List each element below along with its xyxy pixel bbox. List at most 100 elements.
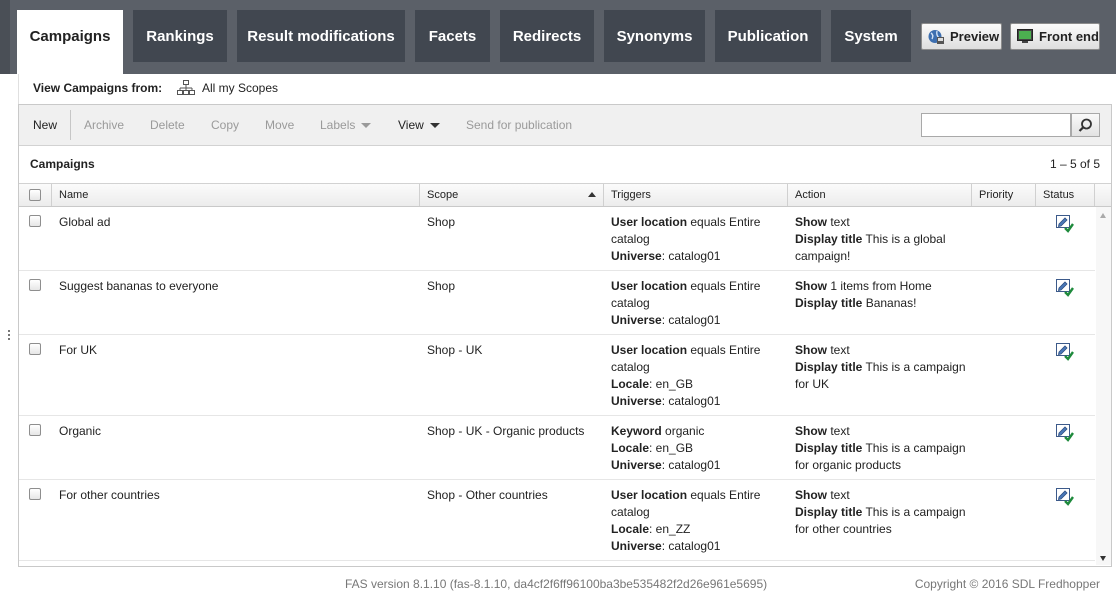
tab-facets[interactable]: Facets xyxy=(415,10,490,62)
preview-button[interactable]: Preview xyxy=(921,23,1002,50)
campaign-triggers-line: Universe: catalog01 xyxy=(611,538,783,555)
select-all-cell xyxy=(19,184,52,206)
frontend-button[interactable]: Front end xyxy=(1010,23,1100,50)
scope-value[interactable]: All my Scopes xyxy=(202,81,278,95)
campaign-action-key: Display title xyxy=(795,360,863,374)
labels-dropdown[interactable]: Labels xyxy=(320,118,372,132)
tab-label: Publication xyxy=(727,27,809,45)
campaign-action-text: 1 items from Home xyxy=(827,279,932,293)
campaign-triggers-text: : catalog01 xyxy=(661,539,721,553)
send-for-publication-button[interactable]: Send for publication xyxy=(466,118,572,132)
campaign-action-text: text xyxy=(827,424,850,438)
tab-campaigns[interactable]: Campaigns xyxy=(17,10,123,74)
search-button[interactable] xyxy=(1071,113,1100,137)
tab-redirects[interactable]: Redirects xyxy=(500,10,594,62)
campaign-triggers: User location equals Entire catalog Local… xyxy=(611,342,783,410)
campaign-triggers-line: User location equals Entire catalog xyxy=(611,214,783,248)
vertical-scrollbar[interactable] xyxy=(1096,207,1111,565)
campaign-name[interactable]: Global ad xyxy=(59,214,414,231)
campaign-action: Show 1 items from Home Display title Bana… xyxy=(795,278,969,312)
campaign-triggers-key: User location xyxy=(611,488,688,502)
table-row[interactable]: For other countries Shop - Other countrie… xyxy=(19,480,1095,561)
scroll-down-icon[interactable] xyxy=(1100,556,1106,561)
copyright: Copyright © 2016 SDL Fredhopper xyxy=(914,577,1100,591)
scroll-up-icon[interactable] xyxy=(1100,213,1106,218)
campaign-triggers-key: Universe xyxy=(611,458,662,472)
tab-publication[interactable]: Publication xyxy=(715,10,821,62)
published-check-icon[interactable] xyxy=(1055,278,1075,298)
campaign-action-line: Show text xyxy=(795,423,969,440)
footer: FAS version 8.1.10 (fas-8.1.10, da4cf2f6… xyxy=(0,567,1116,594)
campaign-triggers-text: : en_GB xyxy=(649,377,694,391)
column-header-scope[interactable]: Scope xyxy=(420,184,604,206)
column-header-action[interactable]: Action xyxy=(788,184,972,206)
campaign-name[interactable]: Suggest bananas to everyone xyxy=(59,278,414,295)
tab-synonyms[interactable]: Synonyms xyxy=(604,10,705,62)
campaign-action-text: text xyxy=(827,343,850,357)
campaign-action-line: Display title This is a campaign for oth… xyxy=(795,504,969,538)
campaign-triggers-line: Keyword organic xyxy=(611,423,783,440)
published-check-icon[interactable] xyxy=(1055,487,1075,507)
published-check-icon[interactable] xyxy=(1055,423,1075,443)
published-check-icon[interactable] xyxy=(1055,214,1075,234)
column-header-triggers[interactable]: Triggers xyxy=(604,184,788,206)
scope-hierarchy-icon[interactable] xyxy=(177,80,195,96)
preview-label: Preview xyxy=(950,29,1000,44)
campaign-scope: Shop xyxy=(427,215,456,229)
table-row[interactable]: Global ad Shop User location equals Entire… xyxy=(19,207,1095,271)
campaign-action-line: Display title Bananas! xyxy=(795,295,969,312)
panel-resize-handle[interactable] xyxy=(8,330,11,344)
row-checkbox[interactable] xyxy=(29,424,41,436)
campaign-action-key: Show xyxy=(795,343,827,357)
archive-button[interactable]: Archive xyxy=(84,118,124,132)
campaign-name[interactable]: For other countries xyxy=(59,487,414,504)
campaign-triggers-line: Locale: en_GB xyxy=(611,440,783,457)
search-input[interactable] xyxy=(921,113,1071,137)
tab-system[interactable]: System xyxy=(831,10,911,62)
campaign-triggers-text: : catalog01 xyxy=(661,313,721,327)
tab-rankings[interactable]: Rankings xyxy=(133,10,227,62)
table-row[interactable]: For UK Shop - UK User location equals Enti… xyxy=(19,335,1095,416)
tab-label: Facets xyxy=(428,27,477,45)
tab-label: System xyxy=(844,27,898,45)
row-checkbox[interactable] xyxy=(29,343,41,355)
row-checkbox[interactable] xyxy=(29,215,41,227)
campaign-triggers-key: User location xyxy=(611,279,688,293)
campaign-action-line: Show text xyxy=(795,214,969,231)
column-header-status[interactable]: Status xyxy=(1036,184,1095,206)
campaign-triggers-text: : catalog01 xyxy=(661,394,721,408)
tab-label: Campaigns xyxy=(29,27,111,45)
table-row[interactable]: Organic Shop - UK - Organic products Keywo… xyxy=(19,416,1095,480)
campaign-action-key: Show xyxy=(795,424,827,438)
nav-left-strip xyxy=(0,0,10,74)
select-all-checkbox[interactable] xyxy=(29,189,41,201)
delete-button[interactable]: Delete xyxy=(150,118,185,132)
campaign-triggers-key: Universe xyxy=(611,313,662,327)
copy-button[interactable]: Copy xyxy=(211,118,239,132)
chevron-down-icon xyxy=(429,123,440,129)
tab-result-modifications[interactable]: Result modifications xyxy=(237,10,405,62)
toolbar: New Archive Delete Copy Move Labels View… xyxy=(19,105,1111,146)
column-header-priority[interactable]: Priority xyxy=(972,184,1036,206)
new-button[interactable]: New xyxy=(33,118,57,132)
campaign-triggers-line: Universe: catalog01 xyxy=(611,393,783,410)
campaign-triggers-line: Universe: catalog01 xyxy=(611,312,783,329)
sort-ascending-icon xyxy=(588,192,596,197)
campaign-action-line: Show text xyxy=(795,487,969,504)
column-header-name[interactable]: Name xyxy=(52,184,420,206)
campaign-name[interactable]: For UK xyxy=(59,342,414,359)
move-button[interactable]: Move xyxy=(265,118,294,132)
row-checkbox[interactable] xyxy=(29,488,41,500)
campaign-triggers-text: : catalog01 xyxy=(661,249,721,263)
published-check-icon[interactable] xyxy=(1055,342,1075,362)
grid-title: Campaigns xyxy=(30,157,95,171)
view-dropdown[interactable]: View xyxy=(398,118,440,132)
table-row[interactable]: Suggest bananas to everyone Shop User loca… xyxy=(19,271,1095,335)
campaign-scope: Shop - UK - Organic products xyxy=(427,424,585,438)
campaign-name[interactable]: Organic xyxy=(59,423,414,440)
frontend-label: Front end xyxy=(1039,29,1099,44)
campaign-action-key: Show xyxy=(795,279,827,293)
campaign-action: Show text Display title This is a campaig… xyxy=(795,342,969,393)
campaign-triggers-key: Locale xyxy=(611,522,650,536)
row-checkbox[interactable] xyxy=(29,279,41,291)
